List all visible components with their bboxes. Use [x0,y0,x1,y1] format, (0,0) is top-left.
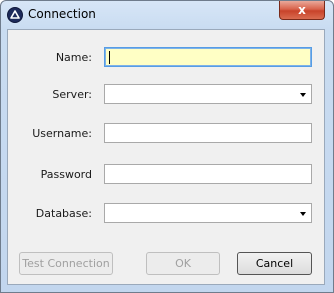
text-caret [109,51,110,64]
cancel-button[interactable]: Cancel [237,252,312,275]
connection-dialog: Connection x Name: Server: Username: Pas… [0,0,334,293]
title-bar[interactable]: Connection x [1,1,333,29]
name-label: Name: [55,51,92,64]
close-icon: x [298,3,306,17]
name-input[interactable] [104,47,312,67]
password-input[interactable] [104,164,312,184]
window-title: Connection [28,7,96,21]
username-input[interactable] [104,123,312,143]
server-label: Server: [52,88,92,101]
chevron-down-icon[interactable] [300,212,306,216]
ok-button[interactable]: OK [146,252,220,275]
password-label: Password [40,168,92,181]
username-label: Username: [32,127,92,140]
server-dropdown[interactable] [104,84,312,104]
database-label: Database: [35,207,92,220]
app-logo-glyph [10,10,20,19]
test-connection-button[interactable]: Test Connection [19,252,113,275]
app-icon [7,7,23,23]
database-dropdown[interactable] [104,203,312,223]
close-button[interactable]: x [279,1,325,20]
dialog-body: Name: Server: Username: Password Databas… [7,29,325,285]
chevron-down-icon[interactable] [300,93,306,97]
